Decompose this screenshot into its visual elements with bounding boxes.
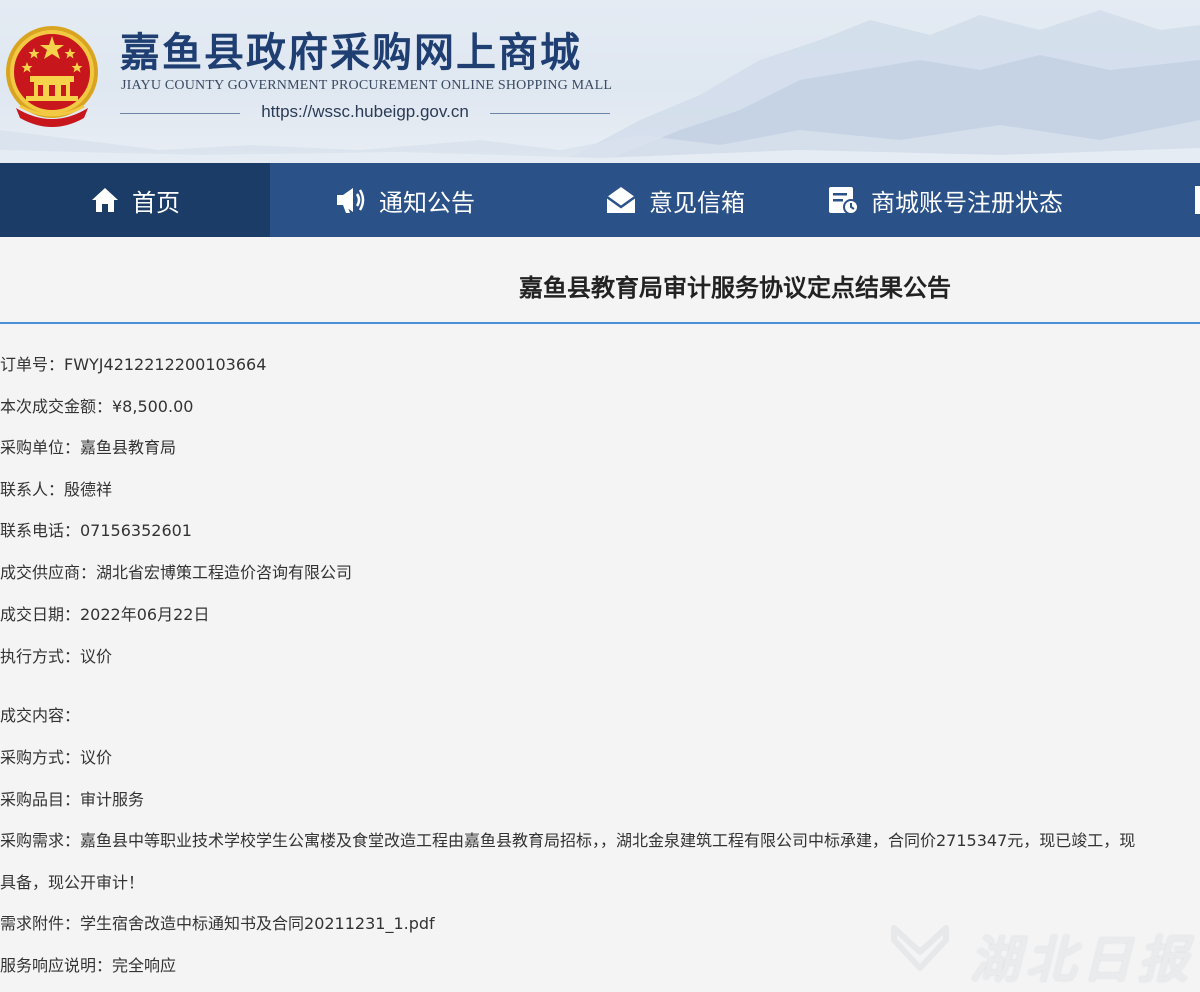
nav-item-more[interactable]: [1080, 163, 1200, 237]
service-response: 服务响应说明：完全响应: [0, 956, 177, 975]
home-icon: [90, 186, 120, 214]
site-subtitle: JIAYU COUNTY GOVERNMENT PROCUREMENT ONLI…: [121, 78, 613, 93]
purchase-requirement: 采购需求：嘉鱼县中等职业技术学校学生公寓楼及食堂改造工程由嘉鱼县教育局招标，，湖…: [0, 831, 1136, 850]
purchasing-unit: 采购单位：嘉鱼县教育局: [0, 438, 177, 457]
megaphone-icon: [335, 185, 367, 215]
main-nav: 首页 通知公告 意见信箱 商城账号注册状态: [0, 163, 1200, 237]
nav-item-registration-status[interactable]: 商城账号注册状态: [810, 163, 1080, 237]
deal-amount: 本次成交金额：¥8,500.00: [0, 397, 194, 416]
nav-item-label: 首页: [132, 188, 180, 217]
winning-supplier: 成交供应商：湖北省宏博策工程造价咨询有限公司: [0, 563, 353, 582]
nav-item-notices[interactable]: 通知公告: [270, 163, 540, 237]
site-url-link[interactable]: https://wssc.hubeigp.gov.cn: [246, 102, 484, 122]
deal-content-heading: 成交内容：: [0, 706, 81, 725]
more-icon: [1195, 186, 1200, 214]
nav-item-label: 商城账号注册状态: [871, 188, 1063, 217]
mailbox-icon: [605, 185, 637, 215]
site-url-row: https://wssc.hubeigp.gov.cn: [120, 102, 610, 124]
newspaper-watermark: 湖北日报: [890, 918, 1190, 989]
title-divider: [0, 322, 1200, 324]
attachment-label: 需求附件：: [0, 914, 81, 933]
order-number: 订单号：FWYJ4212212200103664: [0, 355, 267, 374]
deal-date: 成交日期：2022年06月22日: [0, 605, 210, 624]
nav-item-home[interactable]: 首页: [0, 163, 270, 237]
header-banner: 嘉鱼县政府采购网上商城 JIAYU COUNTY GOVERNMENT PROC…: [0, 0, 1200, 163]
contact-person: 联系人：殷德祥: [0, 480, 113, 499]
nav-item-mailbox[interactable]: 意见信箱: [540, 163, 810, 237]
national-emblem-icon: [6, 26, 98, 127]
contact-phone: 联系电话：07156352601: [0, 521, 192, 540]
site-title: 嘉鱼县政府采购网上商城: [120, 29, 582, 76]
purchase-category: 采购品目：审计服务: [0, 790, 145, 809]
registration-status-icon: [827, 185, 859, 215]
hubei-daily-logo-icon: [891, 925, 949, 971]
divider-line-right: [490, 113, 610, 114]
nav-item-label: 通知公告: [379, 188, 475, 217]
nav-item-label: 意见信箱: [649, 188, 745, 217]
purchase-requirement-continued: 具备，现公开审计！: [0, 873, 145, 892]
divider-line-left: [120, 113, 240, 114]
watermark-text: 湖北日报: [970, 930, 1194, 989]
requirement-attachment: 需求附件：学生宿舍改造中标通知书及合同20211231_1.pdf: [0, 914, 435, 934]
purchase-method: 采购方式：议价: [0, 748, 113, 767]
article-title: 嘉鱼县教育局审计服务协议定点结果公告: [519, 274, 951, 302]
execution-method: 执行方式：议价: [0, 647, 113, 666]
attachment-file-link[interactable]: 学生宿舍改造中标通知书及合同20211231_1.pdf: [80, 914, 435, 933]
